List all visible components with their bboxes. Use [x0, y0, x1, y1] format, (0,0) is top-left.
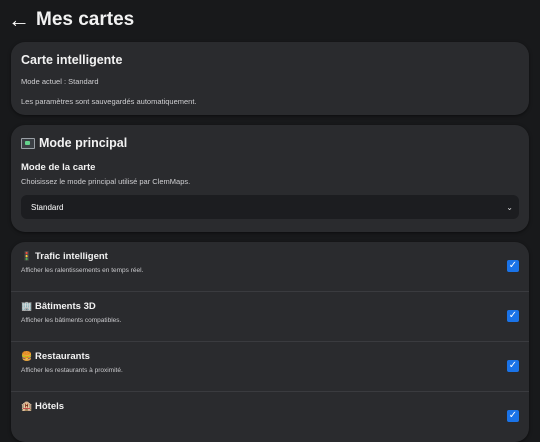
- buildings-3d-checkbox[interactable]: ✓: [507, 310, 519, 322]
- header: ← Mes cartes: [8, 6, 134, 34]
- map-mode-label: Mode de la carte: [21, 162, 96, 173]
- option-description: Afficher les ralentissements en temps ré…: [21, 267, 144, 274]
- world-map-icon: [21, 137, 35, 149]
- options-card: 🚦 Trafic intelligent Afficher les ralenti…: [11, 242, 529, 442]
- map-mode-select-value: Standard: [31, 202, 64, 212]
- main-mode-header: Mode principal: [21, 136, 519, 150]
- map-mode-select[interactable]: Standard ⌄: [21, 195, 519, 219]
- smart-map-card: Carte intelligente Mode actuel : Standar…: [11, 42, 529, 115]
- chevron-down-icon: ⌄: [506, 202, 513, 212]
- map-mode-description: Choisissez le mode principal utilisé par…: [21, 177, 191, 186]
- autosave-text: Les paramètres sont sauvegardés automati…: [21, 97, 197, 106]
- option-description: Afficher les restaurants à proximité.: [21, 367, 123, 374]
- current-mode-text: Mode actuel : Standard: [21, 77, 99, 86]
- traffic-light-icon: 🚦: [21, 251, 33, 261]
- page-title: Mes cartes: [36, 9, 135, 30]
- main-mode-card: Mode principal Mode de la carte Choisiss…: [11, 125, 529, 232]
- option-row-hotels: 🏨 Hôtels ✓: [11, 392, 529, 442]
- restaurants-checkbox[interactable]: ✓: [507, 360, 519, 372]
- option-title: Bâtiments 3D: [35, 301, 96, 312]
- option-title: Hôtels: [35, 401, 65, 412]
- option-title: Restaurants: [35, 351, 90, 362]
- hotel-icon: 🏨: [21, 401, 33, 411]
- option-row-traffic: 🚦 Trafic intelligent Afficher les ralenti…: [11, 242, 529, 292]
- traffic-checkbox[interactable]: ✓: [507, 260, 519, 272]
- back-arrow-icon[interactable]: ←: [8, 9, 32, 31]
- main-mode-title: Mode principal: [39, 136, 128, 150]
- hotels-checkbox[interactable]: ✓: [507, 410, 519, 422]
- option-row-buildings-3d: 🏢 Bâtiments 3D Afficher les bâtiments com…: [11, 292, 529, 342]
- option-description: Afficher les bâtiments compatibles.: [21, 317, 122, 324]
- building-icon: 🏢: [21, 301, 33, 311]
- smart-map-title: Carte intelligente: [21, 53, 123, 67]
- burger-icon: 🍔: [21, 351, 33, 361]
- option-row-restaurants: 🍔 Restaurants Afficher les restaurants à …: [11, 342, 529, 392]
- option-title: Trafic intelligent: [35, 251, 108, 262]
